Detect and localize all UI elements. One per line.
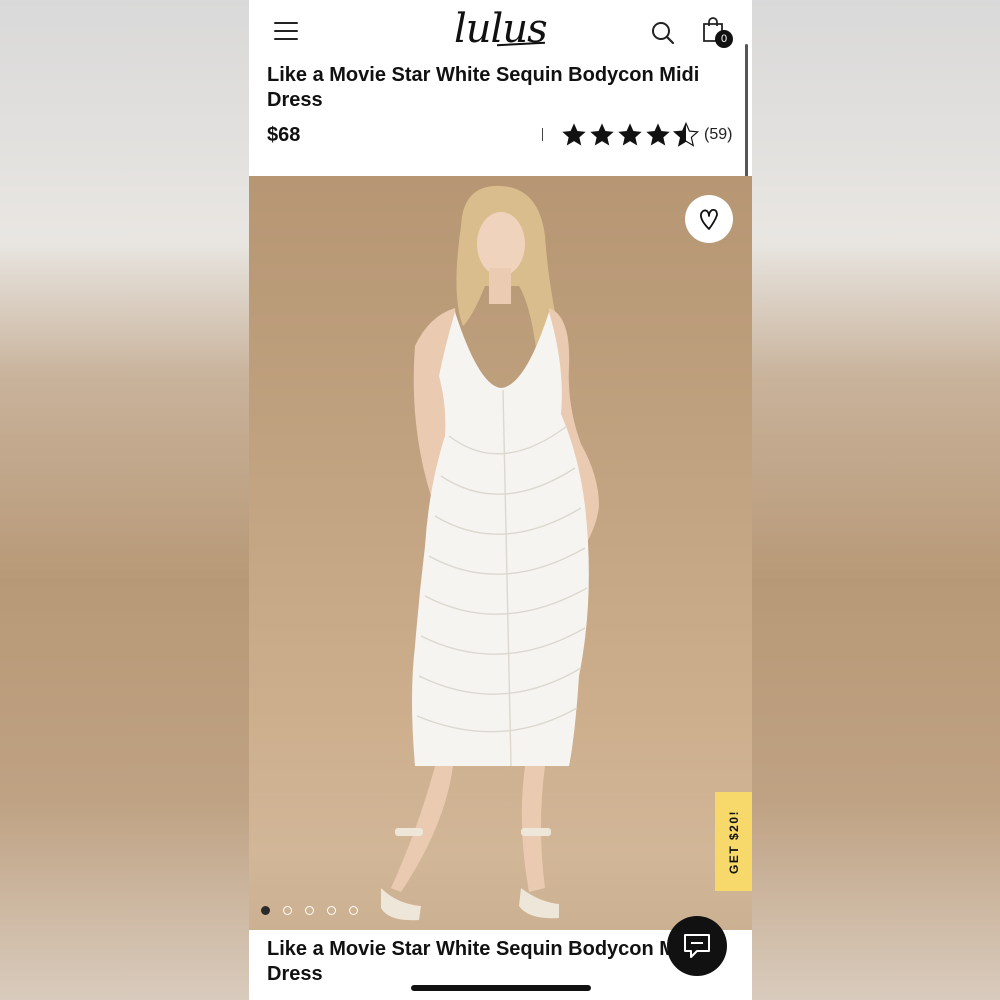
shopping-bag-icon[interactable]: 0 — [701, 17, 733, 49]
promo-tab[interactable]: GET $20! — [715, 792, 752, 891]
cart-count-badge: 0 — [715, 30, 733, 48]
home-indicator[interactable] — [411, 985, 591, 991]
search-icon[interactable] — [651, 21, 675, 45]
gallery-dot[interactable] — [305, 906, 314, 915]
star-full-icon — [618, 123, 642, 146]
chat-icon[interactable] — [667, 916, 727, 976]
gallery-dot[interactable] — [283, 906, 292, 915]
hamburger-menu-icon[interactable] — [274, 22, 298, 42]
star-half-icon — [672, 121, 700, 147]
gallery-dot[interactable] — [327, 906, 336, 915]
phone-screen: lulus 0 Like a Movie Star White Sequin B… — [249, 0, 752, 1000]
background-blur-right — [752, 0, 1000, 1000]
gallery-dot[interactable] — [349, 906, 358, 915]
top-navigation-bar: lulus 0 — [249, 0, 752, 66]
star-full-icon — [646, 123, 670, 146]
promo-label: GET $20! — [726, 809, 741, 874]
review-count[interactable]: (59) — [704, 126, 732, 144]
rating-divider — [542, 128, 543, 141]
background-blur-left — [0, 0, 249, 1000]
brand-logo[interactable]: lulus — [454, 6, 548, 56]
gallery-dot[interactable] — [261, 906, 270, 915]
product-image[interactable]: GET $20! — [249, 176, 752, 930]
gallery-pagination — [261, 906, 371, 915]
star-full-icon — [562, 123, 586, 146]
heart-icon[interactable] — [685, 195, 733, 243]
product-price: $68 — [267, 124, 301, 146]
product-title: Like a Movie Star White Sequin Bodycon M… — [267, 64, 700, 111]
model-photo — [381, 185, 599, 921]
star-full-icon — [590, 123, 614, 146]
rating-stars[interactable]: (59) — [560, 121, 732, 149]
